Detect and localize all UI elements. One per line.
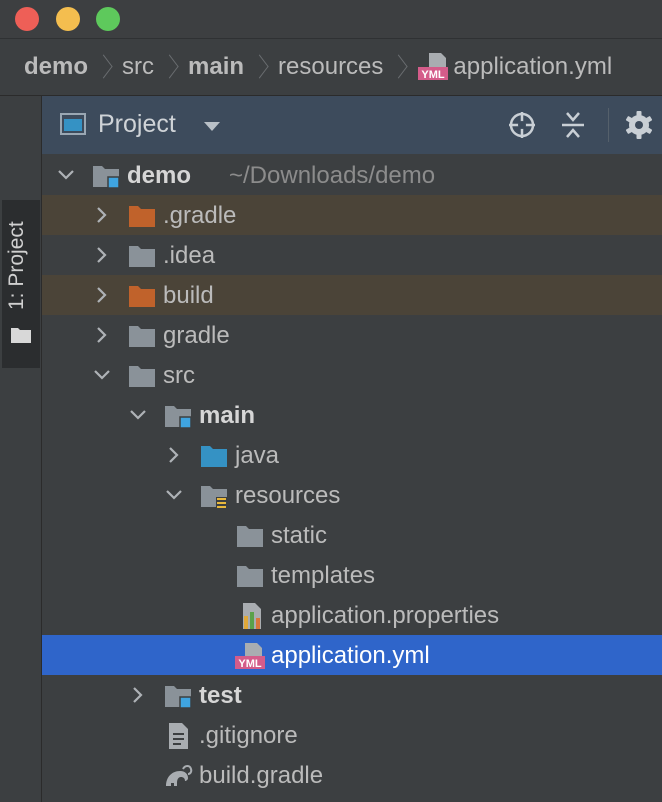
folder-icon (129, 366, 155, 387)
folder-icon (237, 566, 263, 587)
tree-row[interactable]: java (42, 435, 662, 475)
close-window-button[interactable] (15, 7, 39, 31)
yml-file-icon: YML (235, 643, 265, 670)
excluded-folder-icon (129, 286, 155, 307)
tree-item-label: build (163, 282, 214, 309)
breadcrumb-label: main (188, 53, 245, 80)
tree-item-label: static (271, 522, 328, 549)
breadcrumb-separator (393, 52, 405, 82)
tree-row[interactable]: test (42, 675, 662, 715)
locate-target-icon[interactable] (507, 110, 537, 140)
chevron-right-icon[interactable] (93, 286, 111, 304)
yml-file-icon: YML (418, 53, 449, 81)
breadcrumb-item[interactable]: src (122, 53, 154, 81)
breadcrumb-separator (254, 52, 266, 82)
tree-item-label: build.gradle (199, 762, 324, 789)
tree-row[interactable]: main (42, 395, 662, 435)
tree-row[interactable]: static (42, 515, 662, 555)
side-tab-label: 1: Project (5, 221, 28, 310)
tree-item-label: java (235, 442, 280, 469)
breadcrumb-label: resources (278, 53, 384, 80)
chevron-down-icon[interactable] (204, 122, 220, 131)
tree-row[interactable]: build.gradle (42, 755, 662, 795)
text-file-icon (169, 723, 188, 749)
module-folder-icon (165, 406, 192, 429)
tree-item-label: application.yml (271, 642, 430, 669)
tree-item-label: .gradle (163, 202, 237, 229)
breadcrumb-item[interactable]: main (188, 53, 244, 81)
tree-item-label: demo (127, 162, 192, 189)
tree-item-label: .gitignore (199, 722, 298, 749)
properties-file-icon (243, 603, 261, 629)
breadcrumb-separator (164, 52, 176, 82)
tree-item-label: main (199, 402, 256, 429)
gradle-elephant-icon (166, 765, 193, 786)
tree-item-label: application.properties (271, 602, 500, 629)
folder-icon (237, 526, 263, 547)
source-folder-icon (201, 446, 227, 467)
chevron-right-icon[interactable] (165, 446, 183, 464)
chevron-down-icon[interactable] (57, 166, 75, 184)
header-divider (608, 108, 609, 142)
maximize-window-button[interactable] (96, 7, 120, 31)
project-view-icon (60, 113, 86, 135)
breadcrumb-item[interactable]: YML application.yml (417, 52, 612, 82)
excluded-folder-icon (129, 206, 155, 227)
chevron-down-icon[interactable] (93, 366, 111, 384)
svg-text:YML: YML (422, 69, 446, 81)
chevron-right-icon[interactable] (93, 326, 111, 344)
chevron-right-icon[interactable] (129, 686, 147, 704)
tree-row[interactable]: application.properties (42, 595, 662, 635)
tree-row[interactable]: resources (42, 475, 662, 515)
tree-row[interactable]: gradle (42, 315, 662, 355)
breadcrumb-label: src (122, 53, 155, 80)
module-folder-icon (93, 166, 120, 189)
module-folder-icon (165, 686, 192, 709)
tree-row[interactable]: YML application.yml (42, 635, 662, 675)
tree-row[interactable]: src (42, 355, 662, 395)
project-view-title[interactable]: Project (98, 110, 176, 139)
project-folder-icon (11, 328, 31, 343)
tree-item-label: gradle (163, 322, 230, 349)
tree-item-path: ~/Downloads/demo (229, 162, 436, 189)
tree-row[interactable]: .idea (42, 235, 662, 275)
chevron-down-icon[interactable] (165, 486, 183, 504)
breadcrumb-item[interactable]: resources (278, 53, 383, 81)
tree-row[interactable]: demo ~/Downloads/demo (42, 155, 662, 195)
title-bar (0, 0, 662, 38)
chevron-right-icon[interactable] (93, 246, 111, 264)
breadcrumb: demo src main resources YML application.yml (0, 38, 662, 96)
tree-item-label: src (163, 362, 195, 389)
breadcrumb-label: application.yml (453, 53, 613, 80)
tree-row[interactable]: .gradle (42, 195, 662, 235)
minimize-window-button[interactable] (56, 7, 80, 31)
svg-text:YML: YML (238, 658, 262, 670)
breadcrumb-separator (98, 52, 110, 82)
tree-row[interactable]: build (42, 275, 662, 315)
gear-icon[interactable] (624, 110, 654, 140)
folder-icon (129, 326, 155, 347)
tree-item-label: .idea (163, 242, 216, 269)
project-panel-header: Project (42, 96, 662, 154)
tree-item-label: test (199, 682, 242, 709)
resources-folder-icon (201, 486, 227, 508)
breadcrumb-item[interactable]: demo (24, 53, 88, 81)
project-tree: demo ~/Downloads/demo .gradle .idea build gra… (42, 154, 662, 802)
breadcrumb-label: demo (24, 53, 89, 80)
tree-item-label: templates (271, 562, 376, 589)
tree-row[interactable]: .gitignore (42, 715, 662, 755)
chevron-right-icon[interactable] (93, 206, 111, 224)
side-tool-strip: 1: Project (0, 96, 42, 802)
tree-row[interactable]: templates (42, 555, 662, 595)
collapse-all-icon[interactable] (558, 110, 588, 140)
chevron-down-icon[interactable] (129, 406, 147, 424)
folder-icon (129, 246, 155, 267)
tree-item-label: resources (235, 482, 341, 509)
